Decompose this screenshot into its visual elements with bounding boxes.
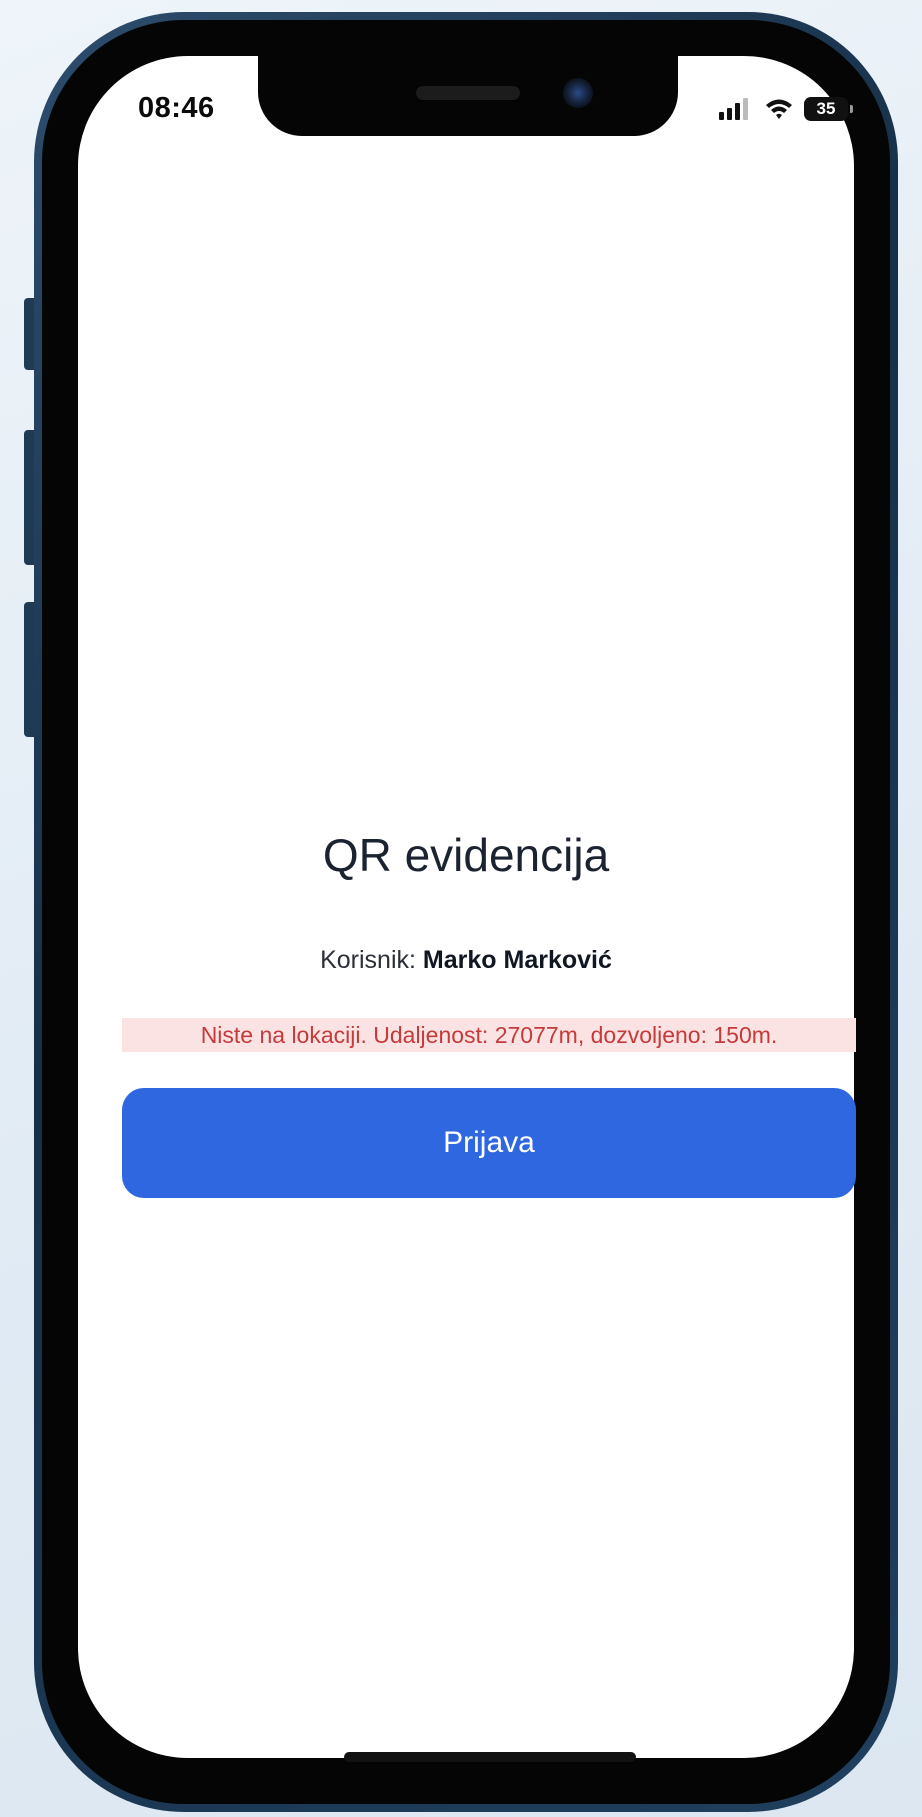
battery-icon: 35 [804, 97, 853, 121]
home-indicator[interactable] [344, 1752, 636, 1762]
page-title: QR evidencija [322, 829, 610, 881]
user-name: Marko Marković [422, 946, 612, 974]
device-mockup-background: 08:46 35 QR evidencija Korisnik: Marko M… [0, 0, 922, 1817]
login-button[interactable]: Prijava [122, 1088, 856, 1198]
volume-down-button [24, 602, 34, 737]
volume-up-button [24, 430, 34, 565]
status-bar-time: 08:46 [138, 92, 215, 124]
front-camera [563, 78, 593, 108]
user-info: Korisnik: Marko Marković [78, 946, 854, 975]
phone-notch [258, 56, 678, 136]
wifi-icon [766, 99, 792, 119]
status-bar-indicators: 35 [718, 94, 853, 124]
speaker-grille [416, 86, 520, 100]
phone-frame [34, 12, 898, 1812]
location-error-message: Niste na lokaciji. Udaljenost: 27077m, d… [122, 1018, 856, 1052]
user-label: Korisnik: [320, 946, 416, 974]
signal-icon [719, 98, 748, 120]
mute-switch [24, 298, 34, 370]
phone-screen [78, 56, 854, 1758]
